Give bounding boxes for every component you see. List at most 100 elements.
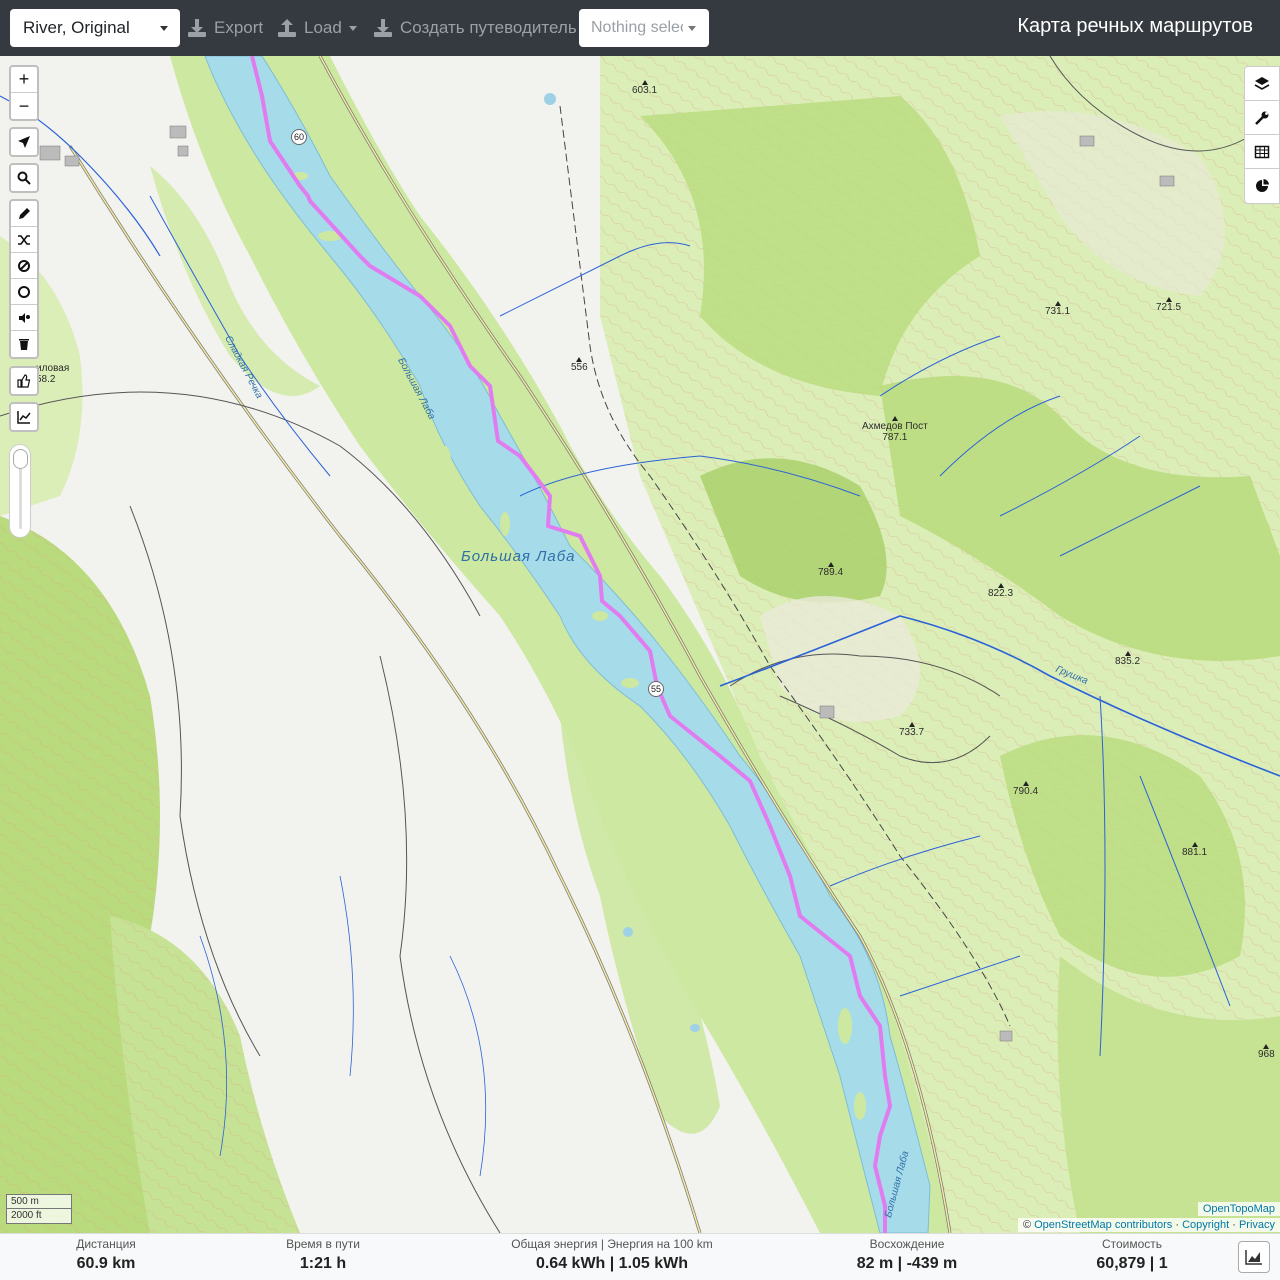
osm-link[interactable]: OpenStreetMap contributors bbox=[1034, 1219, 1172, 1231]
scale-metric: 500 m bbox=[6, 1194, 72, 1209]
pie-chart-icon bbox=[1256, 179, 1269, 192]
km-marker[interactable]: 55 bbox=[648, 681, 664, 697]
stat-cost-value: 60,879 | 1 bbox=[1096, 1255, 1168, 1272]
layers-button[interactable] bbox=[1245, 67, 1279, 101]
export-button[interactable]: Export bbox=[187, 14, 263, 42]
elevation-profile-button[interactable] bbox=[1238, 1241, 1270, 1273]
wrench-icon bbox=[1255, 111, 1269, 125]
attribution-tiles: OpenTopoMap bbox=[1197, 1202, 1280, 1216]
zoom-slider-handle[interactable] bbox=[13, 449, 28, 469]
load-button[interactable]: Load bbox=[277, 14, 357, 42]
line-chart-icon bbox=[17, 411, 31, 424]
stat-ascent: Восхождение 82 m | -439 m bbox=[842, 1237, 972, 1276]
chevron-down-icon bbox=[160, 26, 168, 31]
chevron-down-icon bbox=[688, 26, 696, 31]
pencil-icon bbox=[19, 207, 30, 219]
delete-route-button[interactable] bbox=[11, 331, 37, 357]
zoom-out-button[interactable]: − bbox=[11, 93, 37, 119]
peak-label: 822.3 bbox=[988, 583, 1013, 599]
elevation-control bbox=[9, 402, 39, 432]
opentopomap-link[interactable]: OpenTopoMap bbox=[1203, 1203, 1275, 1215]
map-view[interactable]: Большая Лаба Большая Лаба Большая Лаба С… bbox=[0, 56, 1280, 1233]
export-label: Export bbox=[214, 18, 264, 37]
table-icon bbox=[1254, 145, 1270, 158]
peak-label-left: иловая 58.2 bbox=[36, 363, 70, 385]
peak-label: 731.1 bbox=[1045, 301, 1070, 317]
peak-label: 790.4 bbox=[1013, 781, 1038, 797]
search-button[interactable] bbox=[11, 165, 37, 191]
circle-icon bbox=[18, 285, 30, 298]
download-icon bbox=[188, 19, 206, 37]
stat-ascent-value: 82 m | -439 m bbox=[856, 1255, 958, 1272]
poi-button[interactable] bbox=[11, 305, 37, 331]
route-stats-bar: Дистанция 60.9 km Время в пути 1:21 h Об… bbox=[0, 1233, 1280, 1280]
peak-label: 968 bbox=[1258, 1044, 1275, 1060]
download-icon bbox=[374, 19, 392, 37]
locate-button[interactable] bbox=[11, 129, 37, 155]
peak-label: 835.2 bbox=[1115, 651, 1140, 667]
map-marker-sound-icon bbox=[19, 312, 30, 323]
zoom-slider-track bbox=[19, 459, 22, 529]
settings-button[interactable] bbox=[1245, 101, 1279, 135]
locate-control bbox=[9, 127, 39, 157]
elevation-chart-button[interactable] bbox=[11, 404, 37, 430]
stat-time-value: 1:21 h bbox=[299, 1255, 347, 1272]
shuffle-icon bbox=[18, 234, 30, 245]
create-guide-button[interactable]: Создать путеводитель bbox=[373, 14, 577, 42]
profile-select-value: River, Original bbox=[23, 18, 130, 37]
right-toolbar bbox=[1244, 66, 1280, 204]
stat-cost-label: Стоимость bbox=[1101, 1237, 1163, 1251]
peak-label: 603.1 bbox=[632, 80, 657, 96]
search-control bbox=[9, 163, 39, 193]
create-guide-label: Создать путеводитель bbox=[400, 18, 577, 37]
stat-cost: Стоимость 60,879 | 1 bbox=[1076, 1237, 1188, 1276]
reverse-route-button[interactable] bbox=[11, 227, 37, 253]
stat-time: Время в пути 1:21 h bbox=[265, 1237, 381, 1276]
stat-distance: Дистанция 60.9 km bbox=[60, 1237, 152, 1276]
scale-imperial: 2000 ft bbox=[6, 1209, 72, 1224]
stat-ascent-label: Восхождение bbox=[869, 1237, 945, 1251]
stat-distance-value: 60.9 km bbox=[76, 1255, 136, 1272]
zoom-slider[interactable] bbox=[9, 444, 31, 538]
draw-controls bbox=[9, 199, 39, 359]
zoom-controls: + − bbox=[9, 65, 39, 121]
trash-icon bbox=[19, 339, 29, 350]
peak-label: 556 bbox=[571, 357, 588, 373]
app-title: Карта речных маршрутов bbox=[1017, 15, 1253, 37]
ban-icon bbox=[18, 259, 30, 272]
stat-energy: Общая энергия | Энергия на 100 km 0.64 k… bbox=[492, 1237, 732, 1276]
stat-distance-label: Дистанция bbox=[76, 1237, 136, 1251]
profile-select[interactable]: River, Original bbox=[10, 9, 180, 47]
chevron-down-icon bbox=[348, 25, 357, 31]
scale-bar: 500 m 2000 ft bbox=[6, 1194, 72, 1224]
copyright-link[interactable]: Copyright bbox=[1182, 1219, 1229, 1231]
analysis-button[interactable] bbox=[1245, 169, 1279, 203]
topo-map-layer bbox=[0, 56, 1280, 1233]
stat-time-label: Время в пути bbox=[286, 1237, 360, 1251]
location-arrow-icon bbox=[18, 136, 30, 148]
attribution-data: © OpenStreetMap contributors · Copyright… bbox=[1017, 1218, 1280, 1232]
peak-label: 789.4 bbox=[818, 562, 843, 578]
layers-icon bbox=[1254, 76, 1270, 90]
upload-icon bbox=[278, 19, 296, 37]
peak-label: 721.5 bbox=[1156, 297, 1181, 313]
like-control bbox=[9, 366, 39, 396]
nogo-area-button[interactable] bbox=[11, 253, 37, 279]
search-icon bbox=[17, 171, 31, 185]
area-chart-icon bbox=[1245, 1250, 1262, 1265]
draw-route-button[interactable] bbox=[11, 201, 37, 227]
peak-label: 733.7 bbox=[899, 722, 924, 738]
thumbs-up-icon bbox=[17, 374, 31, 388]
like-button[interactable] bbox=[11, 368, 37, 394]
route-select[interactable]: Nothing selected bbox=[579, 9, 709, 47]
route-select-placeholder: Nothing selected bbox=[591, 19, 683, 36]
stat-energy-value: 0.64 kWh | 1.05 kWh bbox=[535, 1255, 689, 1272]
stat-energy-label: Общая энергия | Энергия на 100 km bbox=[511, 1237, 713, 1251]
peak-label-akhmedov: Ахмедов Пост 787.1 bbox=[862, 416, 928, 443]
km-marker[interactable]: 60 bbox=[291, 129, 307, 145]
zoom-in-button[interactable]: + bbox=[11, 67, 37, 93]
privacy-link[interactable]: Privacy bbox=[1239, 1219, 1275, 1231]
load-label: Load bbox=[304, 18, 342, 37]
table-button[interactable] bbox=[1245, 135, 1279, 169]
circle-area-button[interactable] bbox=[11, 279, 37, 305]
